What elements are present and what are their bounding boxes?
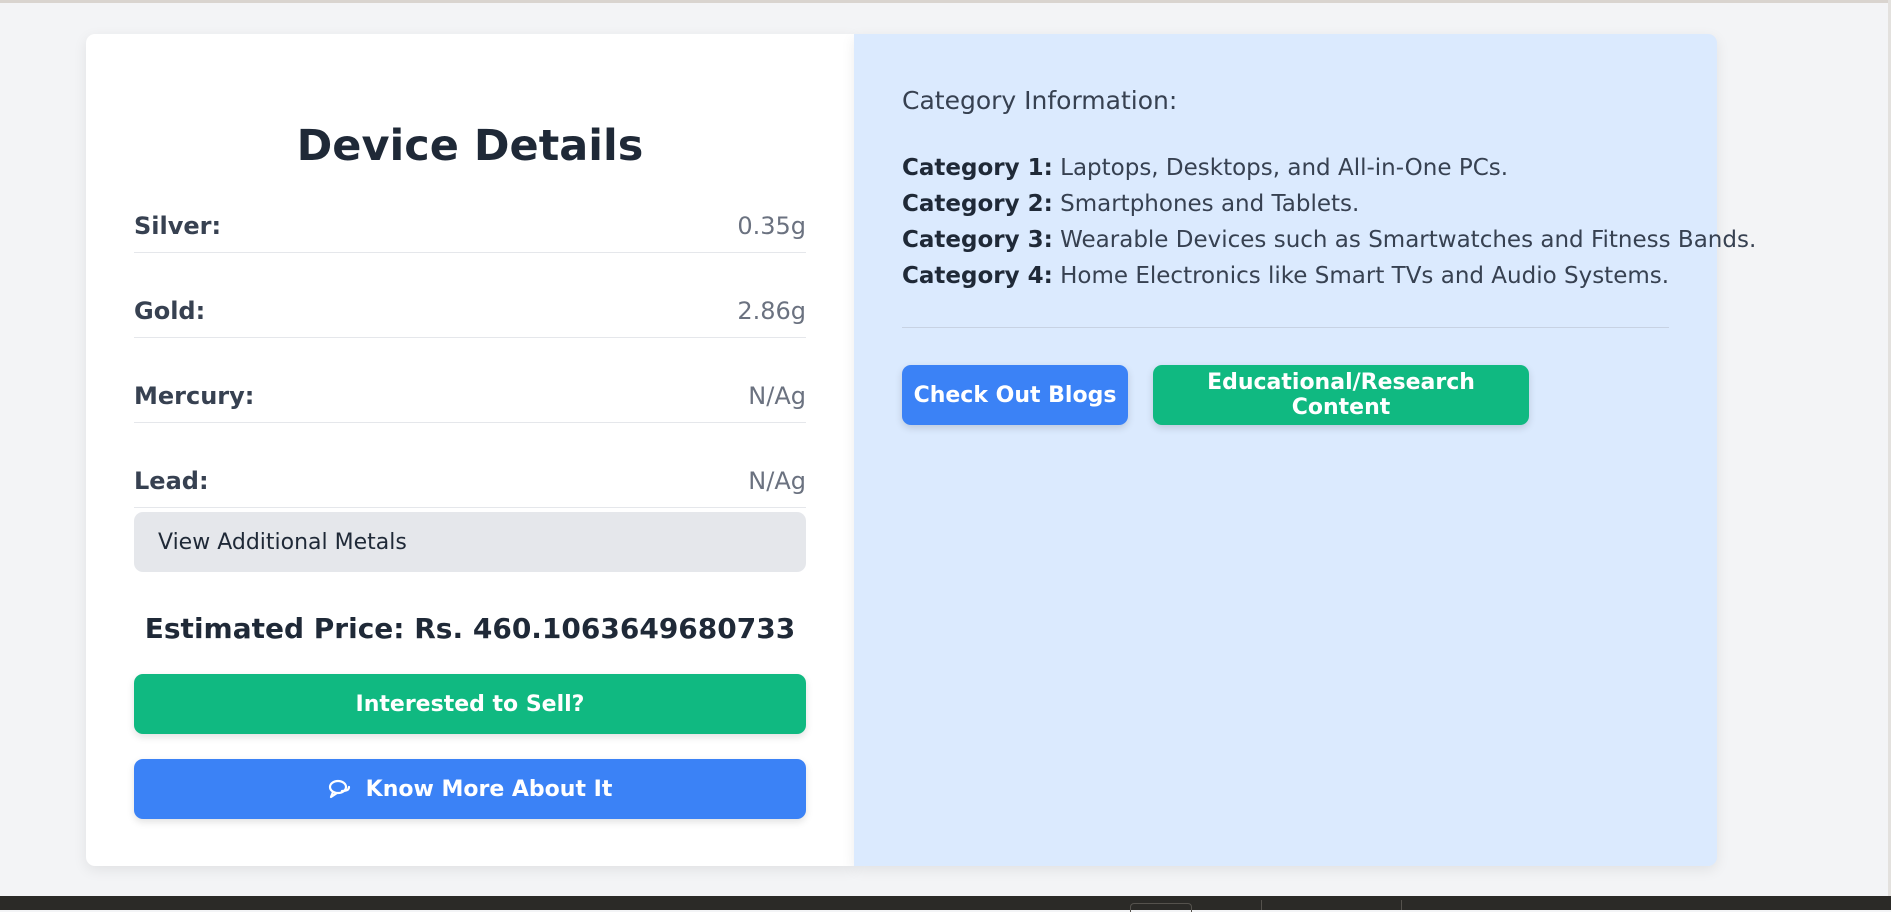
- category-item: Category 1: Laptops, Desktops, and All-i…: [902, 150, 1692, 186]
- chat-bubbles-icon: [328, 779, 350, 799]
- category-heading: Category Information:: [902, 86, 1178, 115]
- know-more-label: Know More About It: [365, 776, 613, 802]
- metal-label: Silver:: [134, 212, 222, 240]
- metal-value: N/Ag: [748, 382, 806, 410]
- metal-row-mercury: Mercury: N/Ag: [134, 372, 806, 423]
- category-desc: Home Electronics like Smart TVs and Audi…: [1060, 263, 1670, 289]
- taskbar-divider: [1261, 900, 1262, 910]
- category-list: Category 1: Laptops, Desktops, and All-i…: [902, 150, 1756, 294]
- taskbar-tab: [1130, 903, 1192, 912]
- metal-label: Lead:: [134, 467, 209, 495]
- category-name: Category 1:: [902, 155, 1053, 181]
- taskbar-divider: [1401, 900, 1402, 910]
- category-name: Category 4:: [902, 263, 1053, 289]
- page-title: Device Details: [296, 121, 644, 171]
- view-additional-metals-button[interactable]: View Additional Metals: [134, 512, 806, 572]
- metal-row-lead: Lead: N/Ag: [134, 457, 806, 508]
- metal-row-gold: Gold: 2.86g: [134, 287, 806, 338]
- category-desc: Wearable Devices such as Smartwatches an…: [1060, 227, 1757, 253]
- device-details-card: Device Details Silver: 0.35g Gold: 2.86g…: [86, 34, 854, 866]
- category-desc: Smartphones and Tablets.: [1060, 191, 1360, 217]
- taskbar-strip: [0, 896, 1891, 912]
- check-out-blogs-button[interactable]: Check Out Blogs: [902, 365, 1128, 425]
- category-item: Category 2: Smartphones and Tablets.: [902, 186, 1692, 222]
- metal-value: N/Ag: [748, 467, 806, 495]
- know-more-button[interactable]: Know More About It: [134, 759, 806, 819]
- category-name: Category 3:: [902, 227, 1053, 253]
- metal-label: Mercury:: [134, 382, 255, 410]
- window-top-edge: [0, 0, 1891, 3]
- category-item: Category 4: Home Electronics like Smart …: [902, 258, 1692, 294]
- metal-row-silver: Silver: 0.35g: [134, 202, 806, 253]
- estimated-price: Estimated Price: Rs. 460.1063649680733: [144, 612, 796, 645]
- metal-label: Gold:: [134, 297, 206, 325]
- category-info-card: Category Information: Category 1: Laptop…: [854, 34, 1756, 866]
- educational-research-button[interactable]: Educational/Research Content: [1153, 365, 1529, 425]
- interested-to-sell-button[interactable]: Interested to Sell?: [134, 674, 806, 734]
- category-desc: Laptops, Desktops, and All-in-One PCs.: [1060, 155, 1509, 181]
- metal-value: 2.86g: [737, 297, 806, 325]
- metal-value: 0.35g: [737, 212, 806, 240]
- divider: [902, 327, 1669, 328]
- category-item: Category 3: Wearable Devices such as Sma…: [902, 222, 1756, 258]
- category-name: Category 2:: [902, 191, 1053, 217]
